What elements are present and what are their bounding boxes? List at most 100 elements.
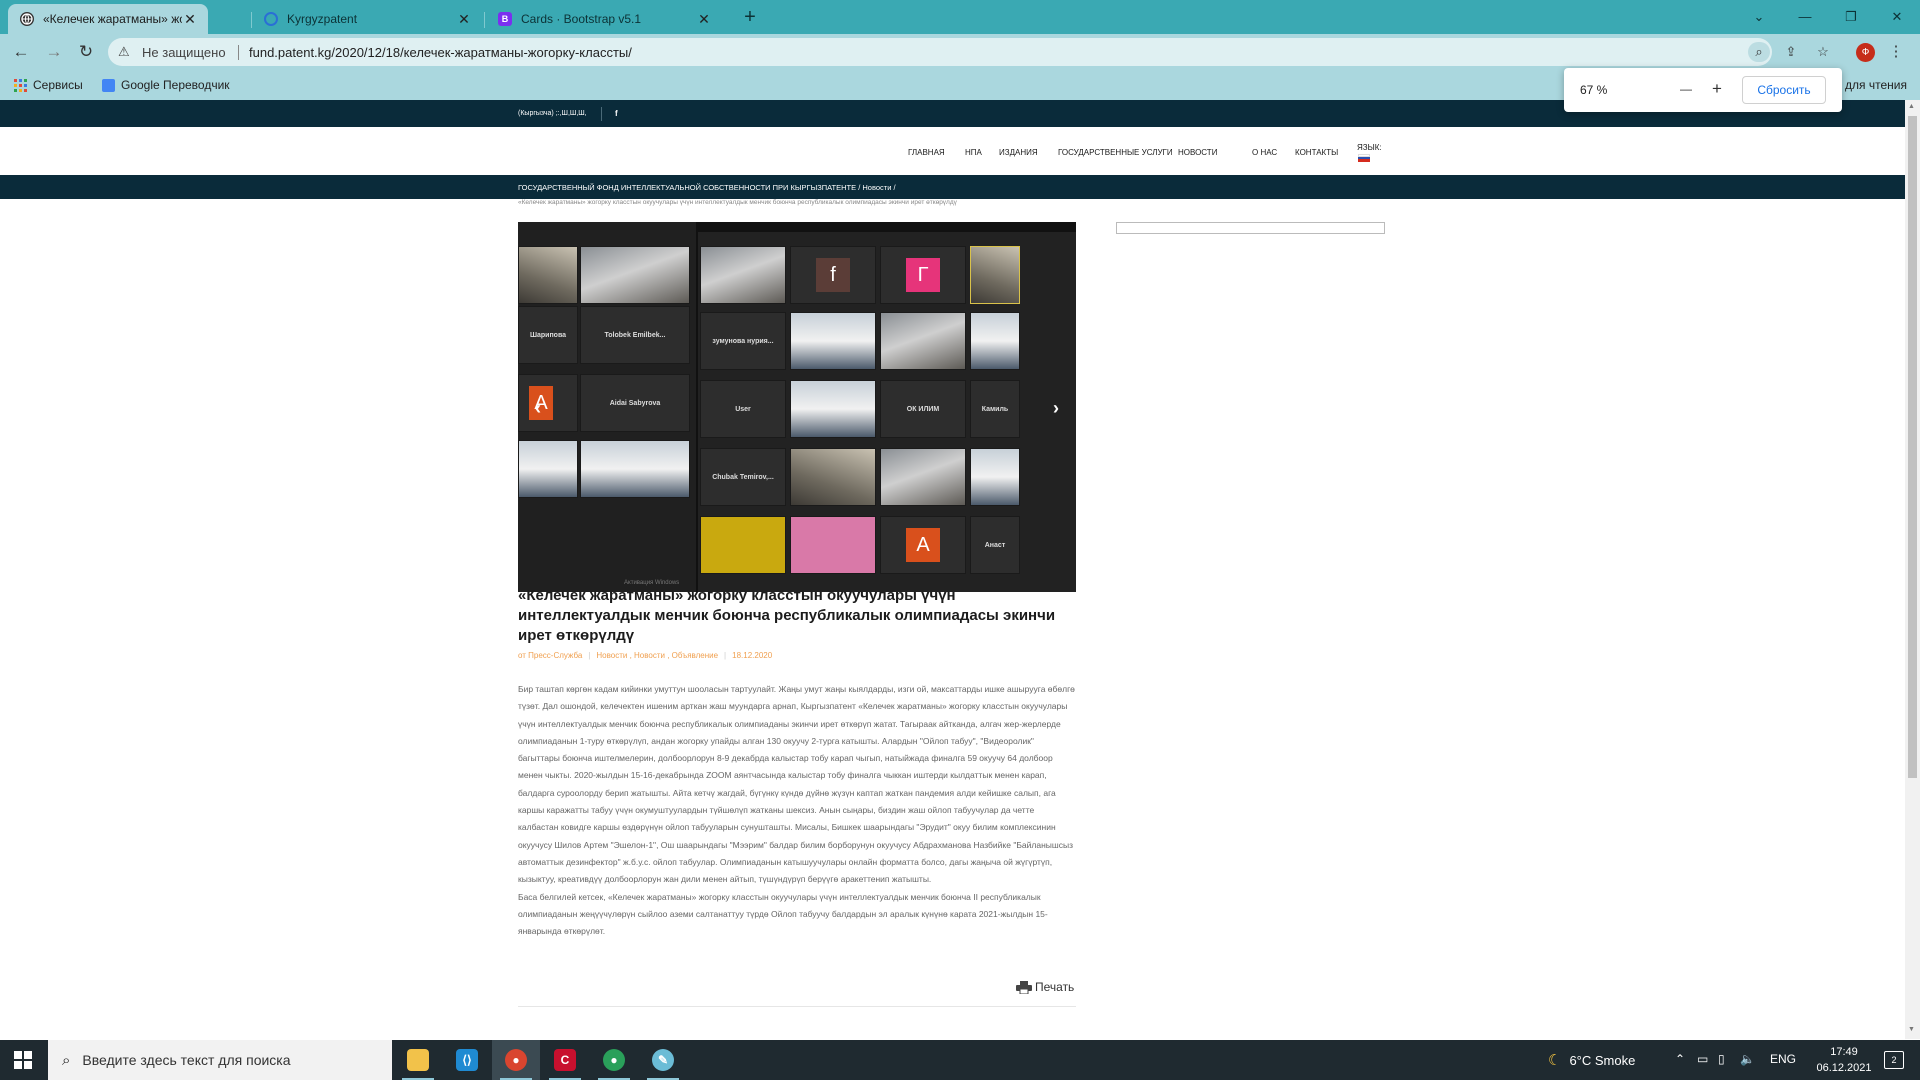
taskbar-app-paint[interactable]: ✎ [639,1040,687,1080]
participant-name: User [735,405,751,413]
battery-icon[interactable]: ▯ [1718,1052,1725,1066]
nav-news[interactable]: НОВОСТИ [1178,148,1217,157]
close-tab-icon[interactable]: ✕ [182,11,198,28]
scrollbar-thumb[interactable] [1908,116,1917,778]
facebook-icon[interactable]: f [615,109,618,118]
taskbar-search[interactable]: ⌕ Введите здесь текст для поиска [48,1040,392,1080]
file-explorer-icon [407,1049,429,1071]
video-tile: Chubak Temirov,... [700,448,786,506]
video-tile [790,312,876,370]
scroll-up-icon[interactable]: ▲ [1908,103,1915,110]
participant-name: Шарипова [529,331,567,339]
image-slider[interactable]: Шарипова Tolobek Emilbek... A Aidai Saby… [518,222,1076,592]
close-tab-icon[interactable]: ✕ [696,11,712,28]
zoom-reset-button[interactable]: Сбросить [1742,76,1826,104]
profile-avatar[interactable]: Ф [1856,43,1875,62]
video-tile [970,246,1020,304]
notifications-icon[interactable]: 2 [1884,1051,1904,1069]
back-arrow-icon[interactable]: ← [10,42,32,62]
kebab-menu-icon[interactable]: ⋮ [1888,42,1904,60]
warning-triangle-icon[interactable]: ⚠ [118,44,130,60]
network-icon[interactable]: ▭ [1697,1052,1708,1066]
scroll-down-icon[interactable]: ▼ [1908,1026,1915,1033]
slider-next-icon[interactable]: › [1046,398,1066,418]
browser-toolbar: ← → ↻ ⚠ Не защищено fund.patent.kg/2020/… [0,34,1920,70]
zoom-magnifier-icon[interactable]: ⌕ [1748,42,1770,62]
close-tab-icon[interactable]: ✕ [456,11,472,28]
nav-publications[interactable]: ИЗДАНИЯ [999,148,1038,157]
tab-kyrgyzpatent[interactable]: Kyrgyzpatent ✕ [252,4,482,34]
zoom-out-button[interactable]: — [1676,79,1696,99]
reading-list-button[interactable]: для чтения [1845,78,1907,92]
chevron-up-icon[interactable]: ⌃ [1675,1052,1685,1066]
share-icon[interactable]: ⇪ [1780,42,1802,62]
taskbar-app-chrome-profile[interactable]: ● [590,1040,638,1080]
article-title: «Келечек жаратманы» жогорку класстын оку… [518,587,1056,644]
language-switcher[interactable]: (Кыргызча) ;:,Ш,Ш,Ш, [518,110,587,117]
reload-icon[interactable]: ↻ [75,42,97,62]
new-tab-button[interactable]: + [738,6,762,30]
meta-divider: | [588,651,591,660]
sidebar-search-input[interactable] [1116,222,1385,234]
page-scrollbar[interactable]: ▲ ▼ [1905,100,1920,1039]
moon-cloud-icon: ☾ [1548,1052,1562,1069]
taskbar-app-explorer[interactable] [394,1040,442,1080]
video-tile [880,448,966,506]
nav-home[interactable]: ГЛАВНАЯ [908,148,945,157]
restore-icon[interactable]: ❐ [1836,6,1866,28]
tab-article[interactable]: «Келечек жаратманы» жогорку ✕ [8,4,208,34]
taskbar-app-vscode[interactable]: ⟨⟩ [443,1040,491,1080]
video-tile [580,440,690,498]
video-tile [518,440,578,498]
volume-icon[interactable]: 🔈 [1740,1052,1755,1066]
participant-name: Chubak Temirov,... [712,473,774,481]
input-language[interactable]: ENG [1770,1052,1796,1066]
weather-widget[interactable]: ☾ 6°C Smoke [1548,1040,1635,1080]
taskbar-app-red[interactable]: C [541,1040,589,1080]
participant-name: зумунова нурия... [712,337,774,345]
slider-prev-icon[interactable]: ‹ [528,398,548,418]
participant-name: Камиль [981,405,1009,413]
web-page: (Кыргызча) ;:,Ш,Ш,Ш, f ГЛАВНАЯ НПА ИЗДАН… [0,100,1920,1039]
globe-icon [20,12,34,26]
bookmark-label: Сервисы [33,78,83,92]
video-tile [880,312,966,370]
tab-bootstrap-cards[interactable]: B Cards · Bootstrap v5.1 ✕ [486,4,722,34]
chrome-profile-icon: ● [603,1049,625,1071]
print-label: Печать [1035,980,1075,994]
bookmark-google-translate[interactable]: Google Переводчик [102,78,230,92]
address-bar[interactable]: ⚠ Не защищено fund.patent.kg/2020/12/18/… [108,38,1829,66]
avatar: A [906,528,940,562]
url-text[interactable]: fund.patent.kg/2020/12/18/келечек-жаратм… [249,45,632,60]
forward-arrow-icon[interactable]: → [43,42,65,62]
taskbar-search-placeholder: Введите здесь текст для поиска [82,1052,291,1068]
video-tile: ОК ИЛИМ [880,380,966,438]
close-window-icon[interactable]: ✕ [1882,6,1912,28]
security-label[interactable]: Не защищено [142,45,226,60]
article-author[interactable]: от Пресс-Служба [518,651,582,660]
windows-start-icon[interactable] [14,1051,32,1069]
taskbar-app-chrome[interactable]: ● [492,1040,540,1080]
zoom-in-button[interactable]: + [1707,79,1727,99]
video-tile: Aidai Sabyrova [580,374,690,432]
article-categories[interactable]: Новости , Новости , Объявление [596,651,718,660]
zoom-percent: 67 % [1580,83,1608,97]
tab-search-chevron-icon[interactable]: ⌄ [1744,6,1774,28]
bookmark-apps[interactable]: Сервисы [14,78,83,92]
breadcrumb[interactable]: ГОСУДАРСТВЕННЫЙ ФОНД ИНТЕЛЛЕКТУАЛЬНОЙ СО… [518,183,896,192]
tab-title: «Келечек жаратманы» жогорку [43,12,182,26]
nav-state-services[interactable]: ГОСУДАРСТВЕННЫЕ УСЛУГИ [1058,148,1173,157]
apps-grid-icon [14,78,27,92]
bookmark-star-icon[interactable]: ☆ [1812,42,1834,62]
minimize-icon[interactable]: — [1790,6,1820,28]
nav-about[interactable]: О НАС [1252,148,1277,157]
russian-flag-icon[interactable] [1358,154,1370,162]
video-tile: Tolobek Emilbek... [580,306,690,364]
nav-contacts[interactable]: КОНТАКТЫ [1295,148,1338,157]
nav-npa[interactable]: НПА [965,148,982,157]
print-button[interactable]: Печать [1016,980,1074,994]
system-clock[interactable]: 17:49 06.12.2021 [1816,1044,1872,1076]
printer-icon [1016,980,1032,994]
article-paragraph: Бир таштап көргөн кадам кийинки умуттун … [518,684,1075,885]
zoom-popup: 67 % — + Сбросить [1564,68,1842,112]
